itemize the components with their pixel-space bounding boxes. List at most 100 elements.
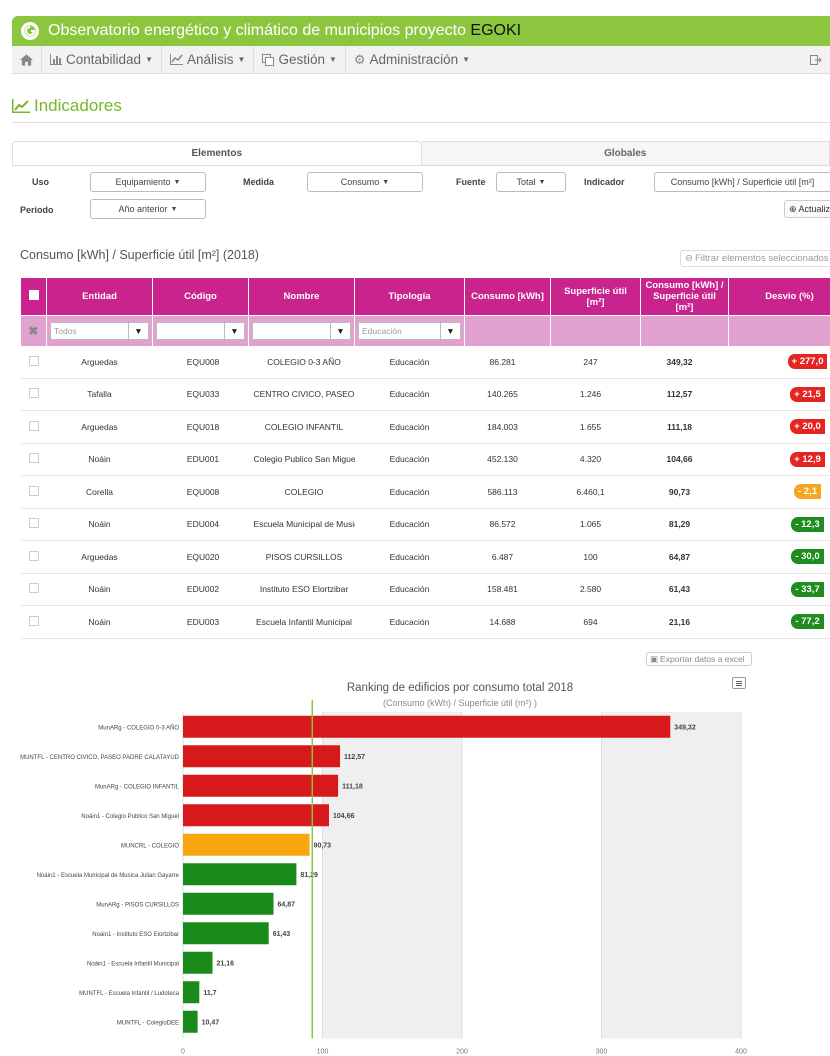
chart-bar[interactable]: [183, 715, 671, 738]
row-checkbox[interactable]: [28, 485, 39, 496]
cell-checkbox[interactable]: [20, 605, 47, 639]
col-superficie[interactable]: Superficie útil [m²]: [550, 277, 641, 316]
nav-gestion[interactable]: Gestión ▼: [254, 46, 346, 73]
col-codigo[interactable]: Código: [152, 277, 249, 316]
table-row[interactable]: Noáin EDU001 Colegio Publico San Miguel Edu…: [20, 443, 830, 476]
chart-bar[interactable]: [183, 804, 330, 827]
cell-checkbox[interactable]: [20, 540, 47, 574]
table-row[interactable]: Noáin EDU004 Escuela Municipal de Musica Ed…: [20, 508, 830, 541]
cell-nombre[interactable]: PISOS CURSILLOS: [248, 540, 355, 574]
uso-select[interactable]: Equipamiento ▼: [90, 172, 206, 192]
chart-bar[interactable]: [183, 922, 269, 945]
cell-checkbox[interactable]: [20, 378, 47, 411]
cell-checkbox[interactable]: [20, 573, 47, 606]
row-checkbox[interactable]: [28, 355, 39, 366]
cell-codigo[interactable]: EQU008: [152, 345, 249, 379]
row-checkbox[interactable]: [28, 420, 39, 431]
cell-entidad[interactable]: Noáin: [46, 508, 153, 541]
clear-filters-cell[interactable]: ✖: [20, 315, 47, 346]
select-all-checkbox[interactable]: [28, 290, 39, 300]
chart-bar[interactable]: [183, 774, 339, 797]
cell-entidad[interactable]: Arguedas: [46, 345, 153, 379]
cell-nombre[interactable]: CENTRO CIVICO, PASEO PAI: [248, 378, 355, 411]
filter-selected-button[interactable]: ⊖ Filtrar elementos seleccionados: [680, 250, 830, 267]
cell-nombre[interactable]: Escuela Infantil Municipal: [248, 605, 355, 639]
table-row[interactable]: TafallaEQU033CENTRO CIVICO, PASEO PAIEdu…: [20, 378, 830, 411]
chart-bar[interactable]: [183, 745, 341, 768]
cell-codigo[interactable]: EDU004: [152, 508, 249, 541]
select-all-header[interactable]: [20, 277, 47, 316]
funnel-icon[interactable]: ▼: [224, 322, 244, 339]
chart-bar[interactable]: [183, 863, 297, 886]
logout-button[interactable]: [802, 46, 830, 73]
cell-codigo[interactable]: EDU001: [152, 443, 249, 476]
cell-codigo[interactable]: EQU033: [152, 378, 249, 411]
table-row[interactable]: Noáin EDU003 Escuela Infantil Municipal Edu…: [20, 605, 830, 639]
cell-codigo[interactable]: EQU008: [152, 475, 249, 509]
cell-checkbox[interactable]: [20, 508, 47, 541]
row-checkbox[interactable]: [28, 550, 39, 561]
table-row[interactable]: Arguedas EQU018 COLEGIO INFANTIL Educación 1…: [20, 410, 830, 444]
row-checkbox[interactable]: [28, 453, 39, 464]
fuente-select[interactable]: Total ▼: [496, 172, 566, 192]
cell-codigo[interactable]: EQU018: [152, 410, 249, 444]
col-nombre[interactable]: Nombre: [248, 277, 355, 316]
cell-nombre[interactable]: Instituto ESO Elortzibar: [248, 573, 355, 606]
chart-bar[interactable]: [183, 981, 200, 1004]
cell-checkbox[interactable]: [20, 345, 47, 379]
cell-entidad[interactable]: Tafalla: [46, 378, 153, 411]
export-excel-button[interactable]: ▣ Exportar datos a excel: [646, 652, 752, 666]
codigo-filter[interactable]: ▼: [156, 321, 245, 340]
nombre-filter[interactable]: ▼: [252, 321, 351, 340]
tab-globales[interactable]: Globales: [421, 141, 830, 165]
cell-codigo[interactable]: EQU020: [152, 540, 249, 574]
row-checkbox[interactable]: [28, 388, 39, 399]
cell-entidad[interactable]: Noáin: [46, 573, 153, 606]
chart-bar[interactable]: [183, 892, 274, 915]
row-checkbox[interactable]: [28, 615, 39, 626]
col-desvio[interactable]: Desvio (%): [728, 277, 830, 316]
col-entidad[interactable]: Entidad: [46, 277, 153, 316]
cell-entidad[interactable]: Noáin: [46, 443, 153, 476]
medida-select[interactable]: Consumo ▼: [307, 172, 423, 192]
funnel-icon[interactable]: ▼: [440, 322, 460, 339]
actualizar-button[interactable]: ⊕Actualizar: [784, 200, 830, 218]
chart-menu-icon[interactable]: [732, 677, 746, 689]
chart-bar[interactable]: [183, 1010, 198, 1033]
tipologia-filter[interactable]: Educación ▼: [358, 321, 461, 340]
chart-bar[interactable]: [183, 833, 310, 856]
cell-entidad[interactable]: Noáin: [46, 605, 153, 639]
cell-nombre[interactable]: Colegio Publico San Miguel: [248, 443, 355, 476]
table-row[interactable]: Noáin EDU002 Instituto ESO Elortzibar Educa…: [20, 573, 830, 606]
cell-codigo[interactable]: EDU002: [152, 573, 249, 606]
cell-entidad[interactable]: Corella: [46, 475, 153, 509]
cell-entidad[interactable]: Arguedas: [46, 540, 153, 574]
cell-codigo[interactable]: EDU003: [152, 605, 249, 639]
home-button[interactable]: [12, 46, 42, 73]
cell-entidad[interactable]: Arguedas: [46, 410, 153, 444]
funnel-icon[interactable]: ▼: [128, 322, 148, 339]
indicador-select[interactable]: Consumo [kWh] / Superficie útil [m²]: [654, 172, 830, 192]
funnel-icon[interactable]: ▼: [330, 322, 350, 339]
col-tipologia[interactable]: Tipología: [354, 277, 465, 316]
row-checkbox[interactable]: [28, 583, 39, 594]
table-row[interactable]: Corella EQU008 COLEGIO Educación 586.113 6.46…: [20, 475, 830, 509]
cell-checkbox[interactable]: [20, 443, 47, 476]
entidad-filter[interactable]: Todos ▼: [50, 321, 149, 340]
nav-administracion[interactable]: ⚙ Administración ▼: [346, 46, 478, 73]
table-row[interactable]: Arguedas EQU020 PISOS CURSILLOS Educación 6.…: [20, 540, 830, 574]
table-row[interactable]: Arguedas EQU008 COLEGIO 0-3 AÑO Educación 86…: [20, 345, 830, 379]
cell-nombre[interactable]: Escuela Municipal de Musica: [248, 508, 355, 541]
cell-nombre[interactable]: COLEGIO 0-3 AÑO: [248, 345, 355, 379]
cell-checkbox[interactable]: [20, 410, 47, 444]
chart-bar[interactable]: [183, 951, 213, 974]
nav-analisis[interactable]: Análisis ▼: [162, 46, 255, 73]
cell-nombre[interactable]: COLEGIO INFANTIL: [248, 410, 355, 444]
periodo-select[interactable]: Año anterior ▼: [90, 199, 206, 219]
nav-contabilidad[interactable]: Contabilidad ▼: [42, 46, 162, 73]
tab-elementos[interactable]: Elementos: [12, 141, 422, 165]
clear-filters-icon[interactable]: ✖: [28, 324, 38, 338]
col-ratio[interactable]: Consumo [kWh] / Superficie útil [m²]: [640, 277, 729, 316]
row-checkbox[interactable]: [28, 518, 39, 529]
col-consumo[interactable]: Consumo [kWh]: [464, 277, 551, 316]
